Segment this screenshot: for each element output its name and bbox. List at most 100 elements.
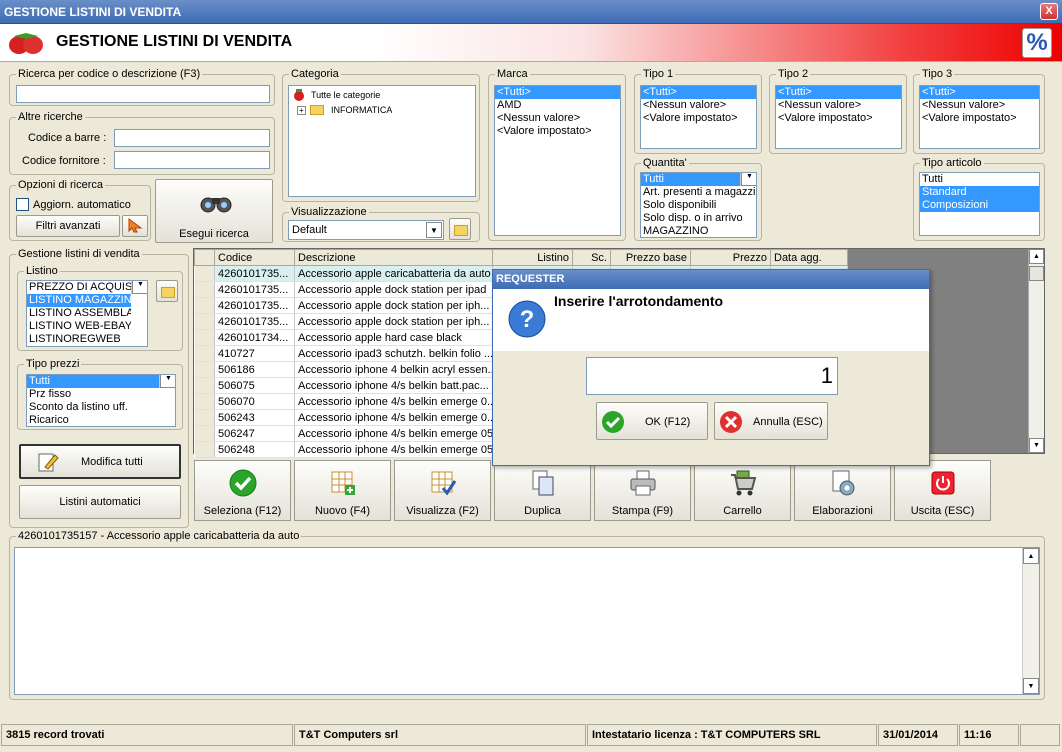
new-button[interactable]: Nuovo (F4) [294,460,391,521]
column-header[interactable]: Descrizione [294,249,493,266]
automatic-lists-button[interactable]: Listini automatici [19,485,181,519]
quantity-list[interactable]: Tutti Art. presenti a magazzino Solo dis… [640,172,757,238]
row-indicator[interactable] [194,377,215,394]
type2-list[interactable]: <Tutti> <Nessun valore> <Valore impostat… [775,85,902,149]
table-cell[interactable]: Accessorio iphone 4/s belkin emerge 0... [294,393,493,410]
visualization-select[interactable]: Default ▼ [288,220,444,240]
table-cell[interactable]: Accessorio iphone 4 belkin acryl essen..… [294,361,493,378]
barcode-input[interactable] [114,129,270,147]
modify-all-button[interactable]: Modifica tutti [19,444,181,479]
duplicate-button[interactable]: Duplica [494,460,591,521]
scroll-down-icon[interactable]: ▼ [1029,438,1044,453]
column-header[interactable]: Sc. [572,249,611,266]
category-tree[interactable]: Tutte le categorie + INFORMATICA [288,85,476,197]
list-item[interactable]: <Tutti> [776,86,901,99]
list-item[interactable]: LISTINO WEB-EBAY [27,320,131,333]
list-item[interactable]: <Tutti> [641,86,756,99]
processing-button[interactable]: Elaborazioni [794,460,891,521]
list-item[interactable]: <Tutti> [495,86,620,99]
list-item[interactable]: LISTINO MAGAZZINO [27,294,131,307]
list-item[interactable]: MAGAZZINO [641,225,756,237]
detail-scrollbar[interactable]: ▲ ▼ [1022,548,1039,694]
supplier-code-input[interactable] [114,151,270,169]
table-cell[interactable]: Accessorio iphone 4/s belkin batt.pac... [294,377,493,394]
table-cell[interactable]: Accessorio apple dock station per iph... [294,297,493,314]
scroll-up-icon[interactable]: ▲ [1023,548,1039,564]
ok-button[interactable]: OK (F12) [596,402,708,440]
auto-update-checkbox[interactable] [16,198,29,211]
row-indicator[interactable] [194,313,215,330]
exit-button[interactable]: Uscita (ESC) [894,460,991,521]
list-item[interactable]: AMD [495,99,620,112]
list-item[interactable]: LISTINO ASSEMBLATO [27,307,131,320]
list-item[interactable]: <Valore impostato> [495,125,620,138]
table-cell[interactable]: 506243 [214,409,295,426]
list-item[interactable]: LISTINOREGWEB [27,333,131,346]
category-root[interactable]: Tutte le categorie [309,89,380,102]
row-indicator[interactable] [194,345,215,362]
row-indicator[interactable] [194,281,215,298]
column-header[interactable]: Prezzo base [610,249,691,266]
column-header[interactable]: Codice [214,249,295,266]
list-item[interactable]: Tutti [641,173,740,186]
list-item[interactable]: Art. presenti a magazzino [641,186,756,199]
filter-arrow-button[interactable] [122,215,148,237]
list-item[interactable]: Tutti [27,375,159,388]
cart-button[interactable]: Carrello [694,460,791,521]
table-cell[interactable]: Accessorio apple caricabatteria da auto [294,265,493,282]
close-button[interactable]: X [1040,3,1058,20]
list-item[interactable]: <Tutti> [920,86,1039,99]
list-item[interactable]: Composizioni [920,199,1039,212]
table-cell[interactable]: 506247 [214,425,295,442]
list-item[interactable]: Solo disponibili [641,199,756,212]
list-item[interactable]: <Valore impostato> [641,112,756,125]
column-header[interactable]: Data agg. [770,249,848,266]
scroll-down-icon[interactable]: ▼ [1023,678,1039,694]
row-indicator[interactable] [194,393,215,410]
view-button[interactable]: Visualizza (F2) [394,460,491,521]
price-type-list[interactable]: Tutti Prz fisso Sconto da listino uff. R… [26,374,176,427]
table-cell[interactable]: 506070 [214,393,295,410]
list-item[interactable]: Standard [920,186,1039,199]
table-cell[interactable]: 506248 [214,441,295,458]
list-item[interactable]: <Valore impostato> [920,112,1039,125]
table-cell[interactable]: 4260101734... [214,329,295,346]
table-cell[interactable]: 506186 [214,361,295,378]
column-header[interactable]: Prezzo [690,249,771,266]
list-item[interactable]: Ricarico [27,414,175,426]
advanced-filters-button[interactable]: Filtri avanzati [16,215,120,237]
row-indicator[interactable] [194,297,215,314]
table-cell[interactable]: Accessorio ipad3 schutzh. belkin folio .… [294,345,493,362]
list-item[interactable]: Solo disp. o in arrivo [641,212,756,225]
listino-list[interactable]: PREZZO DI ACQUISTO LISTINO MAGAZZINO LIS… [26,280,148,347]
search-input[interactable] [16,85,270,103]
table-cell[interactable]: 4260101735... [214,281,295,298]
list-item[interactable]: Sconto da listino uff. [27,401,175,414]
column-header[interactable]: Listino [492,249,573,266]
table-cell[interactable]: 410727 [214,345,295,362]
list-item[interactable]: <Valore impostato> [776,112,901,125]
type1-list[interactable]: <Tutti> <Nessun valore> <Valore impostat… [640,85,757,149]
table-cell[interactable]: Accessorio iphone 4/s belkin emerge 059 [294,441,493,458]
rounding-input[interactable]: 1 [586,357,838,395]
detail-textarea[interactable]: ▲ ▼ [14,547,1040,695]
row-indicator[interactable] [194,265,215,282]
table-cell[interactable]: Accessorio apple dock station per ipad [294,281,493,298]
scroll-up-icon[interactable]: ▲ [1029,249,1044,264]
grid-scrollbar[interactable]: ▲ ▼ [1028,249,1044,453]
quantity-scrollbar[interactable] [740,173,756,186]
list-item[interactable]: <Nessun valore> [641,99,756,112]
row-indicator[interactable] [194,425,215,442]
print-button[interactable]: Stampa (F9) [594,460,691,521]
execute-search-button[interactable]: Esegui ricerca [155,179,273,243]
category-informatica[interactable]: INFORMATICA [329,104,392,117]
scroll-thumb[interactable] [1029,266,1044,281]
row-indicator[interactable] [194,329,215,346]
list-item[interactable]: PREZZO DI ACQUISTO [27,281,131,294]
select-button[interactable]: Seleziona (F12) [194,460,291,521]
brand-list[interactable]: <Tutti> AMD <Nessun valore> <Valore impo… [494,85,621,236]
type3-list[interactable]: <Tutti> <Nessun valore> <Valore impostat… [919,85,1040,149]
list-item[interactable]: <Nessun valore> [920,99,1039,112]
listino-folder-button[interactable] [156,280,178,302]
table-cell[interactable]: Accessorio iphone 4/s belkin emerge 0... [294,409,493,426]
